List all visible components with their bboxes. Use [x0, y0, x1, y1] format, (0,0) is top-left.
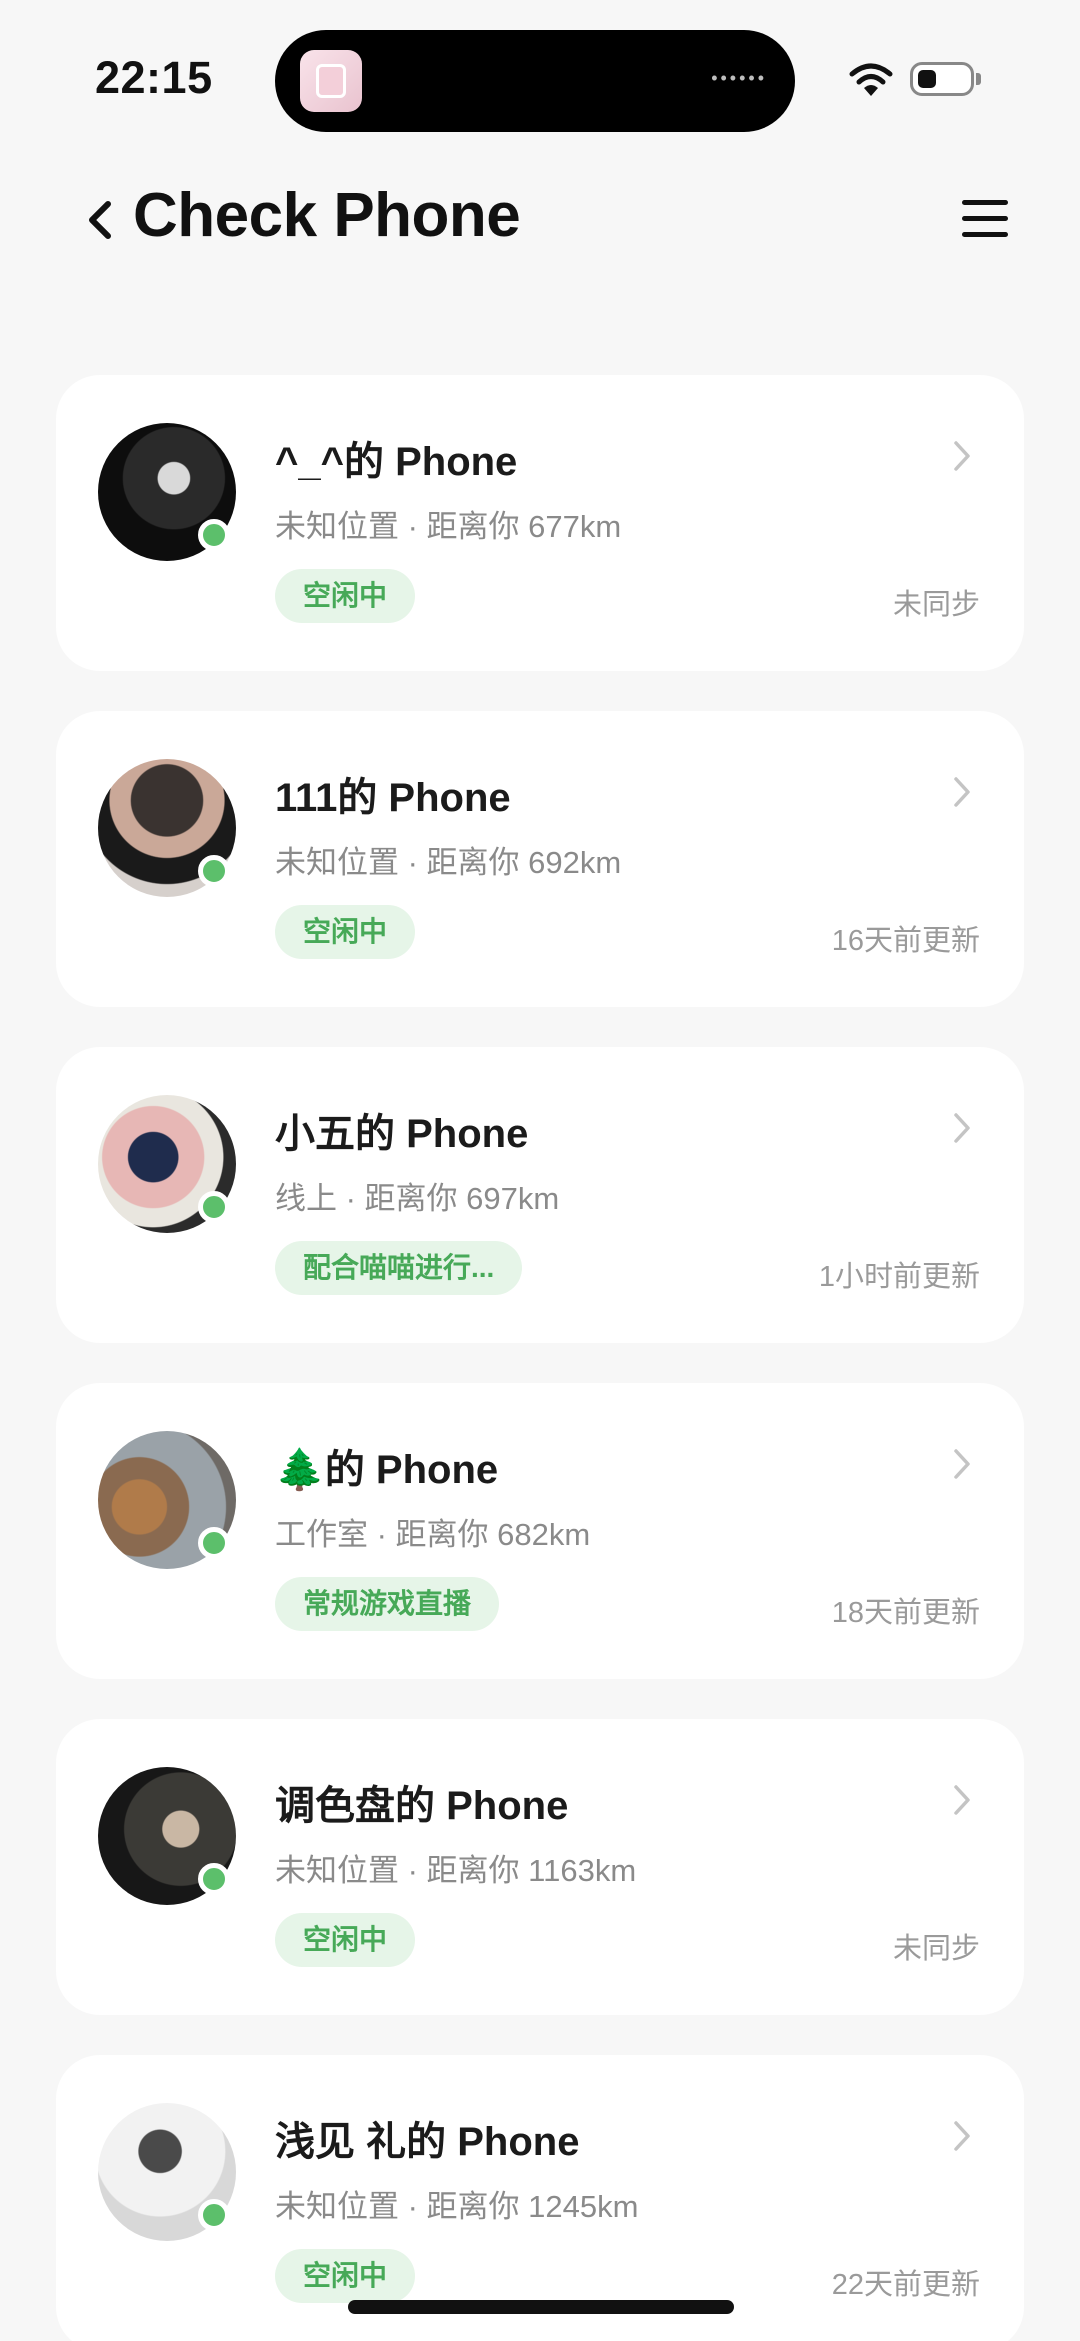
phone-location: 未知位置 · 距离你 1245km — [275, 2189, 639, 2224]
sync-status: 16天前更新 — [831, 925, 980, 957]
status-badge: 常规游戏直播 — [275, 1577, 500, 1631]
status-badge: 空闲中 — [275, 1913, 416, 1967]
island-activity-dots: •••••• — [711, 68, 767, 88]
sync-status: 1小时前更新 — [818, 1261, 980, 1293]
status-badge: 配合喵喵进行... — [275, 1241, 523, 1295]
phone-location: 未知位置 · 距离你 1163km — [275, 1853, 637, 1888]
phone-title: 小五的 Phone — [275, 1112, 529, 1156]
menu-icon[interactable] — [962, 200, 1008, 238]
phone-title: 调色盘的 Phone — [275, 1784, 569, 1828]
sync-status: 未同步 — [892, 1933, 980, 1965]
chevron-right-icon — [954, 777, 970, 807]
online-status-dot — [198, 519, 230, 551]
sync-status: 22天前更新 — [831, 2269, 980, 2301]
phone-card[interactable]: 111的 Phone 未知位置 · 距离你 692km 空闲中 16天前更新 — [56, 711, 1024, 1007]
phone-card[interactable]: 🌲的 Phone 工作室 · 距离你 682km 常规游戏直播 18天前更新 — [56, 1383, 1024, 1679]
status-badge: 空闲中 — [275, 569, 416, 623]
phone-card[interactable]: 小五的 Phone 线上 · 距离你 697km 配合喵喵进行... 1小时前更… — [56, 1047, 1024, 1343]
online-status-dot — [198, 855, 230, 887]
tree-emoji-icon: 🌲 — [275, 1448, 325, 1492]
phone-location: 未知位置 · 距离你 677km — [275, 509, 622, 544]
phone-title: ^_^的 Phone — [275, 440, 518, 484]
online-status-dot — [198, 1191, 230, 1223]
phone-title: 111的 Phone — [275, 776, 511, 820]
online-status-dot — [198, 2199, 230, 2231]
battery-icon — [910, 62, 981, 96]
chevron-right-icon — [954, 2121, 970, 2151]
online-status-dot — [198, 1527, 230, 1559]
phone-title: 浅见 礼的 Phone — [275, 2120, 580, 2164]
sync-status: 18天前更新 — [831, 1597, 980, 1629]
chevron-right-icon — [954, 1113, 970, 1143]
home-indicator[interactable] — [348, 2300, 734, 2314]
dynamic-island[interactable]: •••••• — [275, 30, 795, 132]
island-app-icon[interactable] — [300, 50, 362, 112]
phone-title-text: 的 Phone — [324, 1448, 499, 1492]
chevron-right-icon — [954, 441, 970, 471]
phone-location: 工作室 · 距离你 682km — [275, 1517, 591, 1552]
page-title: Check Phone — [133, 181, 521, 250]
status-time: 22:15 — [95, 52, 213, 103]
status-badge: 空闲中 — [275, 905, 416, 959]
phone-list: ^_^的 Phone 未知位置 · 距离你 677km 空闲中 未同步 111的… — [56, 375, 1024, 2341]
phone-location: 线上 · 距离你 697km — [275, 1181, 560, 1216]
screen: 22:15 •••••• Check Phone ^_^的 Phone 未知位置… — [0, 0, 1080, 2341]
back-chevron-icon[interactable] — [82, 192, 122, 248]
phone-card[interactable]: ^_^的 Phone 未知位置 · 距离你 677km 空闲中 未同步 — [56, 375, 1024, 671]
sync-status: 未同步 — [892, 589, 980, 621]
status-badge: 空闲中 — [275, 2249, 416, 2303]
chevron-right-icon — [954, 1785, 970, 1815]
phone-title: 🌲的 Phone — [275, 1437, 498, 1495]
chevron-right-icon — [954, 1449, 970, 1479]
phone-location: 未知位置 · 距离你 692km — [275, 845, 622, 880]
wifi-icon — [849, 63, 893, 96]
online-status-dot — [198, 1863, 230, 1895]
phone-card[interactable]: 浅见 礼的 Phone 未知位置 · 距离你 1245km 空闲中 22天前更新 — [56, 2055, 1024, 2341]
phone-card[interactable]: 调色盘的 Phone 未知位置 · 距离你 1163km 空闲中 未同步 — [56, 1719, 1024, 2015]
